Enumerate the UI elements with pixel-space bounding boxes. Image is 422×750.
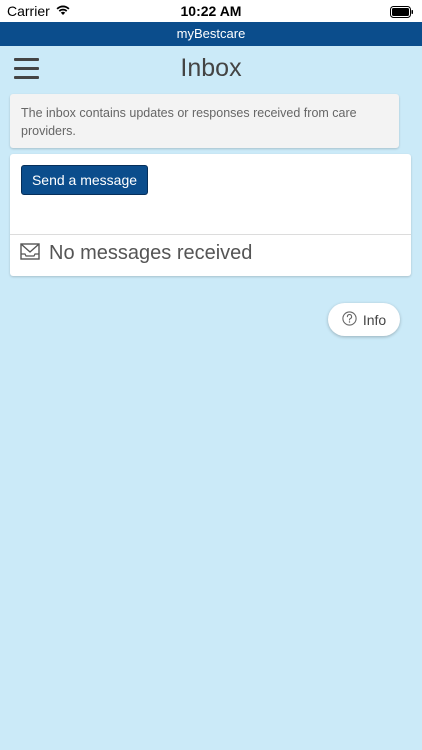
envelope-icon (20, 242, 40, 265)
info-button[interactable]: Info (328, 303, 400, 336)
inbox-info-note: The inbox contains updates or responses … (10, 94, 399, 148)
empty-messages-text: No messages received (49, 242, 253, 264)
empty-messages-row: No messages received (20, 242, 252, 265)
page-title: Inbox (180, 54, 242, 82)
divider (10, 234, 411, 235)
info-button-label: Info (362, 311, 387, 328)
question-circle-icon (342, 310, 357, 329)
messages-card: Send a message No messages received (10, 154, 411, 276)
app-title-bar: myBestcare (0, 22, 422, 46)
app-title: myBestcare (176, 26, 246, 41)
status-bar: Carrier 10:22 AM (0, 0, 422, 22)
inbox-info-text: The inbox contains updates or responses … (21, 106, 357, 138)
page-header: Inbox (0, 46, 422, 94)
status-time: 10:22 AM (180, 3, 242, 19)
battery-icon (390, 5, 414, 21)
send-message-button[interactable]: Send a message (21, 165, 148, 195)
